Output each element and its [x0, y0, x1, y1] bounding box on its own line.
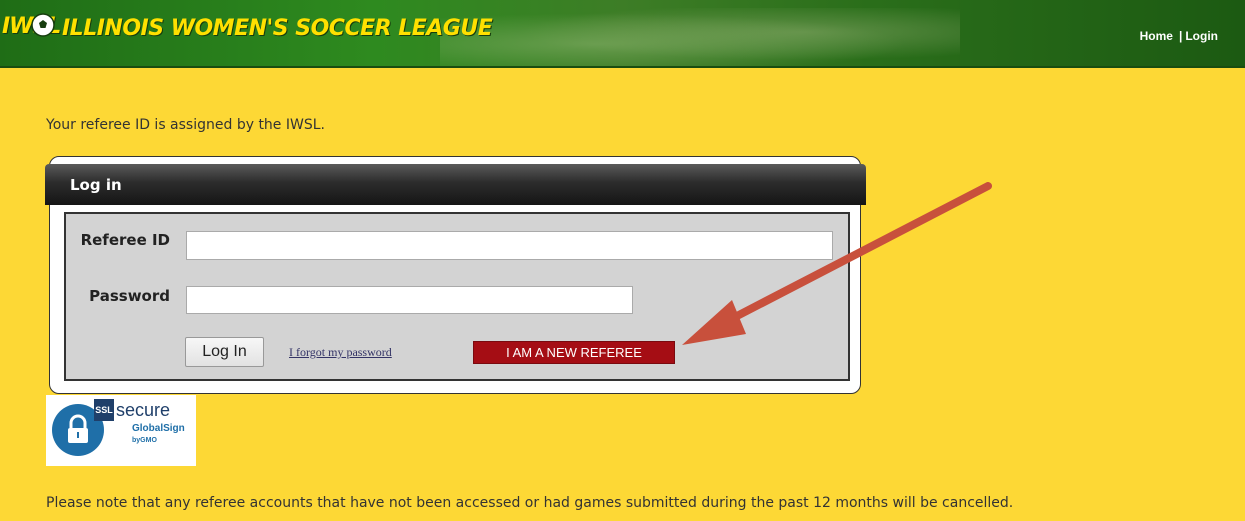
- ssl-secure-text: secure: [116, 400, 171, 420]
- soccer-ball-icon: [31, 13, 55, 37]
- log-in-button[interactable]: Log In: [185, 337, 264, 367]
- nav-home-link[interactable]: Home: [1140, 29, 1173, 43]
- gmo-text: byGMO: [132, 437, 157, 444]
- globalsign-text: GlobalSign: [132, 423, 185, 434]
- ssl-secure-badge[interactable]: SSL secure GlobalSign byGMO: [46, 395, 196, 466]
- account-cancellation-notice: Please note that any referee accounts th…: [46, 495, 1014, 511]
- forgot-password-link[interactable]: I forgot my password: [289, 345, 392, 360]
- password-input[interactable]: [186, 286, 633, 314]
- ssl-tag-icon: SSL: [94, 399, 114, 421]
- site-title[interactable]: ILLINOIS WOMEN'S SOCCER LEAGUE: [62, 16, 493, 41]
- banner-photo-background: [440, 8, 960, 66]
- header-banner: IWSL ILLINOIS WOMEN'S SOCCER LEAGUE Home…: [0, 0, 1245, 68]
- referee-id-label: Referee ID: [80, 231, 170, 249]
- nav-login-link[interactable]: Login: [1185, 29, 1218, 43]
- login-heading: Log in: [70, 176, 122, 194]
- annotation-arrow-icon: [682, 182, 992, 345]
- nav-separator: |: [1178, 29, 1183, 43]
- intro-text: Your referee ID is assigned by the IWSL.: [46, 117, 325, 133]
- new-referee-button[interactable]: I AM A NEW REFEREE: [473, 341, 675, 364]
- password-label: Password: [89, 287, 170, 305]
- top-nav: Home | Login: [1140, 29, 1218, 43]
